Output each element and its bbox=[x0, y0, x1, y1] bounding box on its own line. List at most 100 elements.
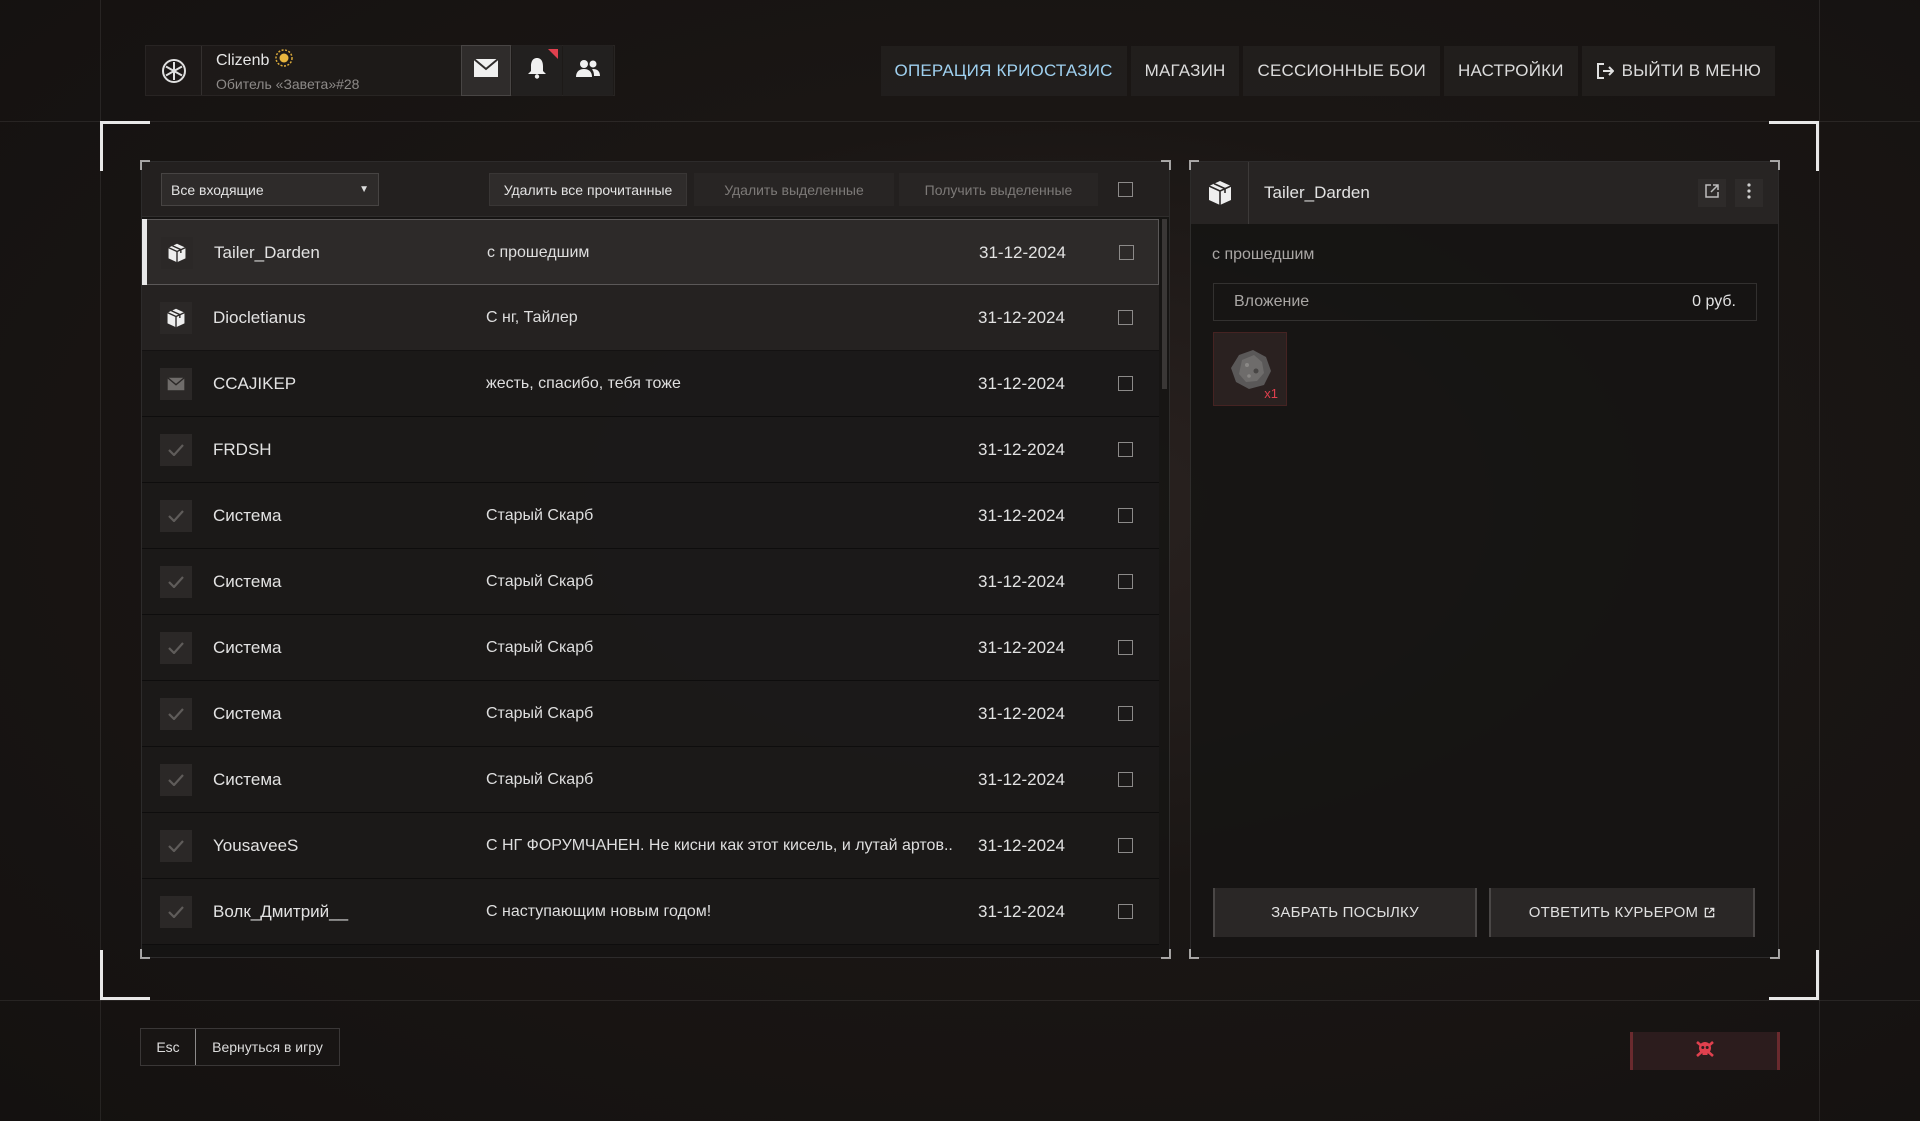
back-to-game-hint[interactable]: Esc Вернуться в игру bbox=[140, 1028, 340, 1066]
message-row[interactable]: Волк_Дмитрий__ С наступающим новым годом!… bbox=[142, 879, 1159, 945]
check-icon bbox=[160, 698, 192, 730]
check-icon bbox=[160, 764, 192, 796]
envelope-icon bbox=[160, 368, 192, 400]
message-date: 31-12-2024 bbox=[978, 374, 1065, 393]
sun-badge-icon bbox=[275, 49, 294, 72]
nav-exit-label: ВЫЙТИ В МЕНЮ bbox=[1621, 61, 1761, 80]
bell-icon bbox=[527, 57, 547, 84]
message-row[interactable]: Система Старый Скарб 31-12-2024 bbox=[142, 747, 1159, 813]
inbox-filter-select[interactable]: Все входящие ▼ bbox=[161, 173, 379, 206]
message-checkbox[interactable] bbox=[1118, 376, 1133, 391]
delete-selected-button[interactable]: Удалить выделенные bbox=[694, 173, 894, 206]
attachment-label: Вложение bbox=[1234, 293, 1310, 310]
message-subject: С НГ ФОРУМЧАНЕН. Не кисни как этот кисел… bbox=[486, 837, 953, 854]
dropdown-arrow-icon: ▼ bbox=[359, 184, 369, 195]
message-subject: С нг, Тайлер bbox=[486, 309, 578, 326]
message-detail-panel: Tailer_Darden с прошедшим Вложение 0 руб… bbox=[1189, 160, 1780, 959]
nav-shop[interactable]: МАГАЗИН bbox=[1130, 46, 1240, 96]
message-date: 31-12-2024 bbox=[978, 704, 1065, 723]
message-subject: С наступающим новым годом! bbox=[486, 903, 712, 920]
message-sender: Волк_Дмитрий__ bbox=[213, 902, 349, 921]
check-icon bbox=[160, 632, 192, 664]
select-all-checkbox[interactable] bbox=[1118, 182, 1133, 197]
message-checkbox[interactable] bbox=[1118, 640, 1133, 655]
panel-corner bbox=[140, 949, 150, 959]
message-sender: YousaveeS bbox=[213, 836, 299, 855]
profile-name: Clizenb bbox=[216, 51, 270, 69]
danger-button[interactable] bbox=[1630, 1032, 1780, 1070]
friends-button[interactable] bbox=[563, 45, 613, 96]
message-date: 31-12-2024 bbox=[979, 243, 1066, 262]
frame-line-top bbox=[0, 121, 1920, 122]
nav-settings[interactable]: НАСТРОЙКИ bbox=[1443, 46, 1578, 96]
check-icon bbox=[160, 566, 192, 598]
message-date: 31-12-2024 bbox=[978, 638, 1065, 657]
message-sender: Система bbox=[213, 704, 282, 723]
message-date: 31-12-2024 bbox=[978, 308, 1065, 327]
message-checkbox[interactable] bbox=[1118, 838, 1133, 853]
message-row[interactable]: Система Старый Скарб 31-12-2024 bbox=[142, 615, 1159, 681]
external-link-icon bbox=[1704, 183, 1720, 204]
message-row[interactable]: YousaveeS С НГ ФОРУМЧАНЕН. Не кисни как э… bbox=[142, 813, 1159, 879]
message-checkbox[interactable] bbox=[1118, 706, 1133, 721]
delete-read-button[interactable]: Удалить все прочитанные bbox=[489, 173, 687, 206]
skull-crossbones-icon bbox=[1694, 1039, 1716, 1064]
attachment-box: Вложение 0 руб. bbox=[1213, 283, 1757, 321]
message-subject: жесть, спасибо, тебя тоже bbox=[486, 375, 681, 392]
message-checkbox[interactable] bbox=[1119, 245, 1134, 260]
message-sender: Система bbox=[213, 572, 282, 591]
message-row[interactable]: Система Старый Скарб 31-12-2024 bbox=[142, 549, 1159, 615]
message-date: 31-12-2024 bbox=[978, 770, 1065, 789]
take-parcel-button[interactable]: ЗАБРАТЬ ПОСЫЛКУ bbox=[1213, 888, 1477, 937]
check-icon bbox=[160, 830, 192, 862]
message-checkbox[interactable] bbox=[1118, 508, 1133, 523]
top-navigation: ОПЕРАЦИЯ КРИОСТАЗИС МАГАЗИН СЕССИОННЫЕ Б… bbox=[880, 46, 1775, 96]
message-subject: Старый Скарб bbox=[486, 507, 594, 524]
more-options-button[interactable] bbox=[1735, 179, 1763, 207]
receive-selected-button[interactable]: Получить выделенные bbox=[899, 173, 1098, 206]
message-date: 31-12-2024 bbox=[978, 506, 1065, 525]
message-list-scrollbar[interactable] bbox=[1162, 219, 1167, 389]
message-sender: CCAJIKEP bbox=[213, 374, 297, 393]
message-row[interactable]: Tailer_Darden с прошедшим 31-12-2024 bbox=[142, 219, 1159, 285]
attachment-item-slot[interactable]: x1 bbox=[1213, 332, 1287, 406]
message-checkbox[interactable] bbox=[1118, 772, 1133, 787]
message-sender: Система bbox=[213, 770, 282, 789]
check-icon bbox=[160, 896, 192, 928]
message-row[interactable]: Система Старый Скарб 31-12-2024 bbox=[142, 483, 1159, 549]
item-quantity: x1 bbox=[1264, 386, 1278, 401]
message-sender: Система bbox=[213, 506, 282, 525]
check-icon bbox=[160, 500, 192, 532]
back-to-game-label: Вернуться в игру bbox=[212, 1039, 323, 1055]
message-checkbox[interactable] bbox=[1118, 310, 1133, 325]
check-icon bbox=[160, 434, 192, 466]
message-checkbox[interactable] bbox=[1118, 904, 1133, 919]
inbox-panel: Все входящие ▼ Удалить все прочитанные У… bbox=[140, 160, 1171, 959]
message-sender: Tailer_Darden bbox=[214, 243, 320, 262]
reply-courier-label: ОТВЕТИТЬ КУРЬЕРОМ bbox=[1528, 904, 1699, 921]
detail-sender: Tailer_Darden bbox=[1264, 183, 1370, 202]
reply-courier-button[interactable]: ОТВЕТИТЬ КУРЬЕРОМ bbox=[1489, 888, 1755, 937]
message-row[interactable]: Diocletianus С нг, Тайлер 31-12-2024 bbox=[142, 285, 1159, 351]
message-subject: Старый Скарб bbox=[486, 573, 594, 590]
message-list: Tailer_Darden с прошедшим 31-12-2024 Diocle… bbox=[142, 219, 1159, 945]
inbox-filter-value: Все входящие bbox=[171, 181, 264, 198]
open-external-button[interactable] bbox=[1698, 179, 1726, 207]
frame-line-bottom bbox=[0, 1000, 1920, 1001]
message-checkbox[interactable] bbox=[1118, 442, 1133, 457]
nav-sessions[interactable]: СЕССИОННЫЕ БОИ bbox=[1243, 46, 1440, 96]
message-checkbox[interactable] bbox=[1118, 574, 1133, 589]
message-row[interactable]: FRDSH 31-12-2024 bbox=[142, 417, 1159, 483]
message-subject: Старый Скарб bbox=[486, 639, 594, 656]
message-date: 31-12-2024 bbox=[978, 836, 1065, 855]
nav-operation[interactable]: ОПЕРАЦИЯ КРИОСТАЗИС bbox=[880, 46, 1127, 96]
nav-exit[interactable]: ВЫЙТИ В МЕНЮ bbox=[1581, 46, 1775, 96]
message-row[interactable]: CCAJIKEP жесть, спасибо, тебя тоже 31-12-2… bbox=[142, 351, 1159, 417]
mail-button[interactable] bbox=[461, 45, 511, 96]
panel-corner bbox=[1770, 949, 1780, 959]
notifications-button[interactable] bbox=[512, 45, 562, 96]
detail-subject: с прошедшим bbox=[1212, 246, 1315, 263]
message-row[interactable]: Система Старый Скарб 31-12-2024 bbox=[142, 681, 1159, 747]
exit-icon bbox=[1596, 63, 1614, 79]
envelope-icon bbox=[473, 58, 499, 83]
